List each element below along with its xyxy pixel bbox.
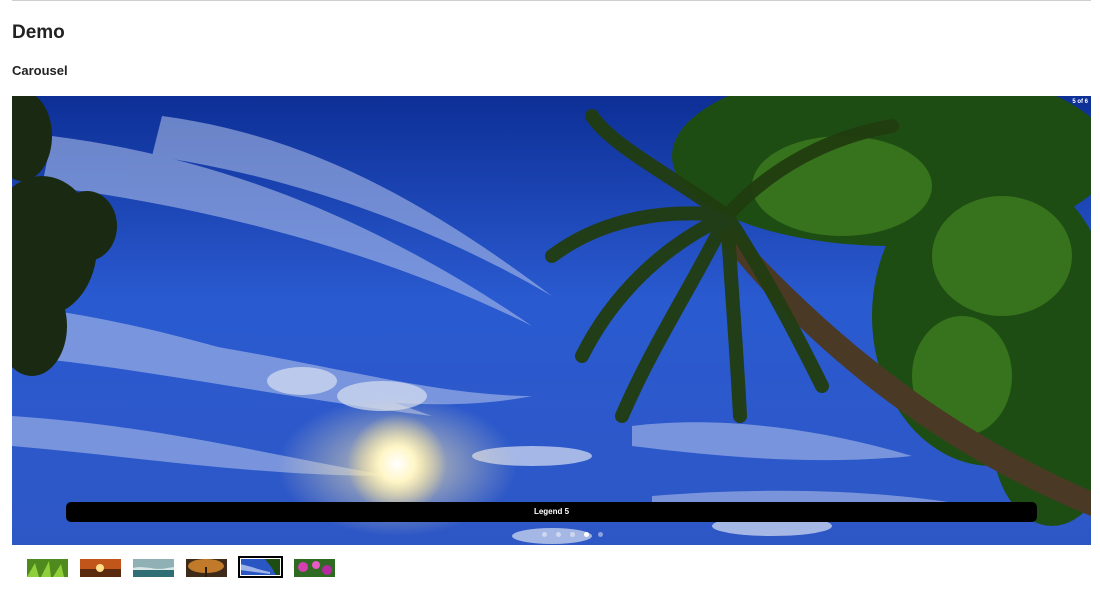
page-title: Demo [12, 22, 65, 43]
slide-legend: Legend 5 [66, 502, 1037, 522]
carousel-dots [542, 532, 603, 538]
thumbnail-4[interactable] [185, 558, 228, 578]
autumn-tree-thumbnail-image [186, 559, 227, 577]
blue-sky-thumbnail-image [240, 558, 281, 576]
thumbnail-3[interactable] [132, 558, 175, 578]
grass-thumbnail-image [27, 559, 68, 577]
slide-counter: 5 of 6 [1072, 99, 1088, 105]
thumbnail-1[interactable] [26, 558, 69, 578]
thumbnail-strip [26, 556, 336, 578]
sunset-thumbnail-image [80, 559, 121, 577]
carousel[interactable]: 5 of 6 Legend 5 [12, 96, 1091, 545]
carousel-dot[interactable] [598, 532, 603, 537]
carousel-dot[interactable] [542, 532, 547, 537]
top-divider [12, 0, 1091, 1]
carousel-dot-active[interactable] [584, 532, 589, 537]
carousel-slide-image [12, 96, 1091, 545]
thumbnail-2[interactable] [79, 558, 122, 578]
thumbnail-6[interactable] [293, 558, 336, 578]
carousel-dot[interactable] [570, 532, 575, 537]
flowers-thumbnail-image [294, 559, 335, 577]
carousel-dot[interactable] [556, 532, 561, 537]
section-title: Carousel [12, 63, 68, 78]
thumbnail-5-active[interactable] [238, 556, 283, 578]
sea-thumbnail-image [133, 559, 174, 577]
